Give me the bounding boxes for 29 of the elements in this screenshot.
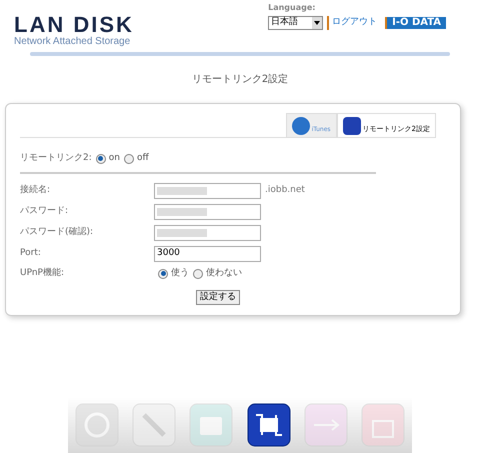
radio-button[interactable]	[96, 154, 106, 164]
remote-icon[interactable]	[246, 403, 291, 447]
language-select[interactable]: 日本語	[268, 16, 324, 30]
field-label: UPnP機能:	[20, 266, 66, 280]
domain-suffix: .iobb.net	[265, 184, 305, 197]
input-field[interactable]	[154, 204, 261, 220]
field-label: パスワード:	[20, 204, 70, 218]
input-field[interactable]	[154, 182, 261, 198]
page-title: リモートリンク2設定	[190, 72, 290, 87]
input-field[interactable]	[154, 224, 261, 240]
field-label: パスワード(確認):	[20, 226, 94, 239]
radio-button[interactable]	[158, 268, 168, 278]
dropdown-caret-icon[interactable]	[312, 17, 322, 29]
remote-link-label: リモートリンク2:	[20, 152, 92, 165]
radio-label: 使う	[171, 266, 189, 280]
radio-label: on	[108, 152, 120, 165]
radio-label: 使わない	[206, 266, 242, 280]
radio-button[interactable]	[193, 268, 203, 278]
field-label: Port:	[20, 246, 42, 260]
brand-logo: I-O DATA	[385, 17, 446, 29]
radio-label: off	[136, 152, 149, 165]
field-label: 接続名:	[20, 184, 52, 197]
input-field[interactable]: 3000	[154, 246, 261, 262]
language-label: Language:	[268, 2, 316, 14]
radio-button[interactable]	[124, 154, 134, 164]
submit-button[interactable]: 設定する	[196, 290, 240, 304]
logout-link[interactable]: ログアウト	[327, 16, 378, 30]
logo-subtitle: Network Attached Storage	[14, 36, 132, 48]
logo-title: LAN DISK	[14, 14, 134, 36]
